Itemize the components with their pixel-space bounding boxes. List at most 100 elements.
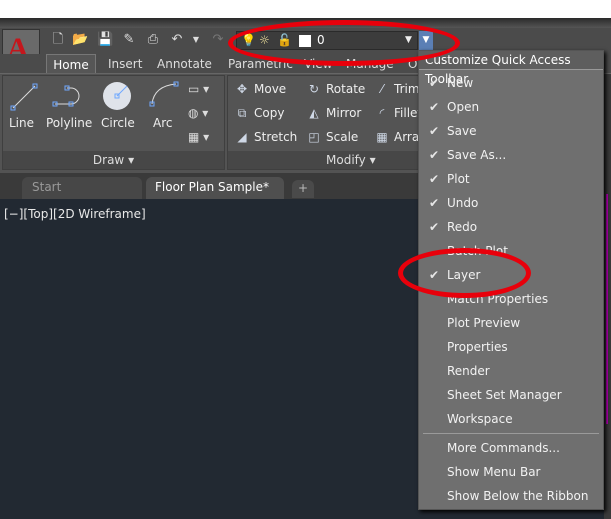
scale-tool[interactable]: ◰ Scale bbox=[306, 130, 358, 144]
menu-item-label: Plot Preview bbox=[447, 316, 521, 330]
menu-item-batch-plot[interactable]: Batch Plot bbox=[419, 239, 603, 263]
layer-name: 0 bbox=[317, 33, 325, 47]
circle-tool[interactable]: Circle bbox=[101, 116, 135, 130]
menu-item-label: Properties bbox=[447, 340, 508, 354]
move-icon: ✥ bbox=[236, 82, 248, 96]
menu-item-layer[interactable]: ✔ Layer bbox=[419, 263, 603, 287]
tab-parametric[interactable]: Parametric bbox=[228, 54, 293, 74]
trim-tool[interactable]: ⁄ Trim bbox=[374, 82, 420, 96]
redo-icon[interactable]: ↷ bbox=[210, 32, 226, 48]
color-swatch-icon bbox=[299, 35, 311, 47]
check-icon: ✔ bbox=[429, 172, 440, 186]
menu-item-show-below-ribbon[interactable]: Show Below the Ribbon bbox=[419, 484, 603, 508]
check-icon: ✔ bbox=[429, 220, 440, 234]
menu-item-label: Open bbox=[447, 100, 480, 114]
plot-icon[interactable]: ⎙ bbox=[145, 32, 161, 48]
menu-item-plot[interactable]: ✔ Plot bbox=[419, 167, 603, 191]
menu-item-show-menu-bar[interactable]: Show Menu Bar bbox=[419, 460, 603, 484]
undo-icon[interactable]: ↶ bbox=[169, 32, 185, 48]
new-icon[interactable]: 🗋 bbox=[50, 32, 66, 48]
menu-item-label: Match Properties bbox=[447, 292, 549, 306]
customize-qat-button[interactable]: ▼ bbox=[419, 31, 433, 50]
line-icon bbox=[10, 83, 38, 111]
menu-item-label: Plot bbox=[447, 172, 470, 186]
scale-icon: ◰ bbox=[308, 130, 320, 144]
menu-item-plot-preview[interactable]: Plot Preview bbox=[419, 311, 603, 335]
menu-item-label: Undo bbox=[447, 196, 479, 210]
unlock-icon: 🔓 bbox=[277, 33, 292, 47]
tab-output[interactable]: O bbox=[408, 54, 417, 74]
mirror-icon: ◭ bbox=[309, 106, 319, 120]
menu-item-undo[interactable]: ✔ Undo bbox=[419, 191, 603, 215]
tab-start[interactable]: Start bbox=[22, 177, 142, 199]
draw-panel-title[interactable]: Draw ▾ bbox=[3, 151, 224, 169]
menu-item-properties[interactable]: Properties bbox=[419, 335, 603, 359]
boundary-icon[interactable]: ▦ ▾ bbox=[188, 130, 209, 144]
tab-floor-plan-sample[interactable]: Floor Plan Sample* ✕ bbox=[146, 177, 284, 215]
menu-item-label: Sheet Set Manager bbox=[447, 388, 562, 402]
hatch-icon[interactable]: ◍ ▾ bbox=[188, 106, 208, 120]
fillet-tool[interactable]: ◜ Fillet bbox=[374, 106, 422, 120]
check-icon: ✔ bbox=[429, 124, 440, 138]
menu-item-match-properties[interactable]: Match Properties bbox=[419, 287, 603, 311]
menu-item-save-as[interactable]: ✔ Save As... bbox=[419, 143, 603, 167]
layer-dropdown[interactable]: 💡 ☼ 🔓 0 ▼ bbox=[236, 31, 418, 50]
undo-dropdown-icon[interactable]: ▼ bbox=[188, 32, 204, 48]
menu-item-redo[interactable]: ✔ Redo bbox=[419, 215, 603, 239]
rotate-icon: ↻ bbox=[308, 82, 320, 96]
menu-item-label: Batch Plot bbox=[447, 244, 508, 258]
arc-icon bbox=[149, 81, 179, 107]
tab-insert[interactable]: Insert bbox=[108, 54, 142, 74]
line-tool[interactable]: Line bbox=[9, 116, 34, 130]
menu-item-more-commands[interactable]: More Commands... bbox=[419, 436, 603, 460]
title-bar bbox=[0, 18, 611, 28]
tab-home[interactable]: Home bbox=[46, 54, 96, 74]
rectangle-icon[interactable]: ▭ ▾ bbox=[188, 82, 209, 96]
fillet-icon: ◜ bbox=[379, 106, 385, 120]
check-icon: ✔ bbox=[429, 76, 440, 90]
save-as-icon[interactable]: ✎ bbox=[121, 32, 137, 48]
array-icon: ▦ bbox=[376, 130, 388, 144]
tab-annotate[interactable]: Annotate bbox=[157, 54, 212, 74]
move-tool[interactable]: ✥ Move bbox=[234, 82, 286, 96]
menu-item-label: Workspace bbox=[447, 412, 513, 426]
trim-icon: ⁄ bbox=[380, 82, 383, 96]
customize-qat-menu: Customize Quick Access Toolbar ✔ New ✔ Open… bbox=[418, 50, 604, 510]
check-icon: ✔ bbox=[429, 100, 440, 114]
menu-item-workspace[interactable]: Workspace bbox=[419, 407, 603, 431]
menu-item-render[interactable]: Render bbox=[419, 359, 603, 383]
menu-item-new[interactable]: ✔ New bbox=[419, 71, 603, 95]
lightbulb-icon: 💡 bbox=[241, 33, 256, 47]
mirror-tool[interactable]: ◭ Mirror bbox=[306, 106, 361, 120]
check-icon: ✔ bbox=[429, 268, 440, 282]
check-icon: ✔ bbox=[429, 148, 440, 162]
copy-tool[interactable]: ⧉ Copy bbox=[234, 106, 285, 121]
menu-item-label: Redo bbox=[447, 220, 478, 234]
polyline-icon bbox=[52, 85, 80, 107]
tab-view[interactable]: View bbox=[304, 54, 332, 74]
polyline-tool[interactable]: Polyline bbox=[46, 116, 92, 130]
chevron-down-icon: ▼ bbox=[405, 35, 412, 45]
menu-separator bbox=[423, 433, 599, 434]
sun-icon: ☼ bbox=[259, 33, 270, 47]
menu-item-label: Save As... bbox=[447, 148, 507, 162]
drawing-edge bbox=[604, 74, 611, 519]
menu-item-label: New bbox=[447, 76, 474, 90]
viewport-controls[interactable]: [−][Top][2D Wireframe] bbox=[4, 207, 146, 221]
menu-item-open[interactable]: ✔ Open bbox=[419, 95, 603, 119]
menu-item-sheet-set-manager[interactable]: Sheet Set Manager bbox=[419, 383, 603, 407]
tab-manage[interactable]: Manage bbox=[346, 54, 394, 74]
stretch-tool[interactable]: ◢ Stretch bbox=[234, 130, 297, 144]
arc-tool[interactable]: Arc bbox=[153, 116, 172, 130]
new-tab-button[interactable]: + bbox=[292, 180, 314, 198]
copy-icon: ⧉ bbox=[237, 106, 247, 120]
rotate-tool[interactable]: ↻ Rotate bbox=[306, 82, 365, 96]
open-icon[interactable]: 📂 bbox=[72, 32, 88, 48]
menu-title: Customize Quick Access Toolbar bbox=[419, 51, 603, 86]
menu-item-label: Render bbox=[447, 364, 490, 378]
check-icon: ✔ bbox=[429, 196, 440, 210]
stretch-icon: ◢ bbox=[237, 130, 247, 144]
menu-item-save[interactable]: ✔ Save bbox=[419, 119, 603, 143]
draw-panel: Line Polyline Circle Arc ▭ ▾ ◍ ▾ ▦ ▾ Dra… bbox=[2, 75, 225, 170]
save-icon[interactable]: 💾 bbox=[97, 32, 113, 48]
